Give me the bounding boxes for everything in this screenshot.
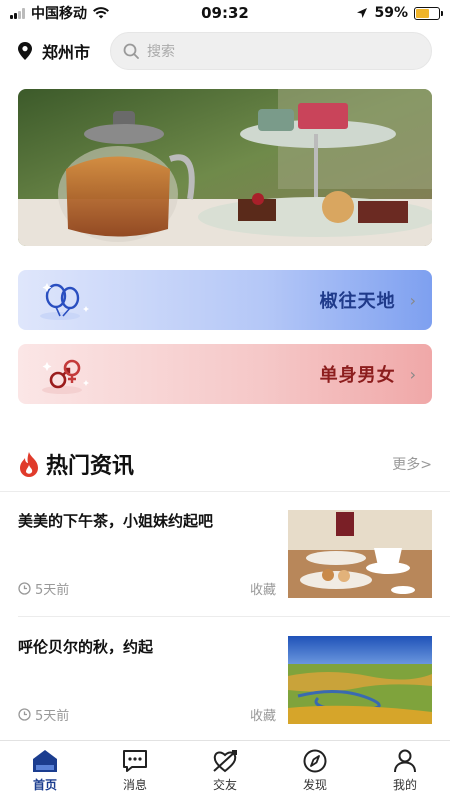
category-card-singles[interactable]: 单身男女 › <box>18 344 432 404</box>
banner-carousel[interactable] <box>18 89 432 246</box>
divider <box>18 616 450 617</box>
location-arrow-icon <box>357 8 368 18</box>
tab-discover[interactable]: 发现 <box>270 741 360 800</box>
tab-dating[interactable]: 交友 <box>180 741 270 800</box>
category-label: 单身男女 <box>319 365 396 386</box>
news-time: 5天前 <box>18 705 69 724</box>
message-icon <box>123 749 147 772</box>
section-title: 热门资讯 <box>46 454 135 479</box>
tab-home[interactable]: 首页 <box>0 741 90 800</box>
more-link[interactable]: 更多> <box>392 454 432 474</box>
city-selector[interactable]: 郑州市 <box>18 39 110 63</box>
news-title: 美美的下午茶，小姐妹约起吧 <box>18 512 214 530</box>
tab-bar: 首页 消息 交友 发现 我的 <box>0 740 450 800</box>
balloons-icon <box>40 283 89 320</box>
compass-icon <box>303 749 327 772</box>
hot-news-header: 热门资讯 更多> <box>18 447 432 481</box>
gender-icon <box>42 359 89 394</box>
news-title: 呼伦贝尔的秋，约起 <box>18 638 154 656</box>
favorite-button[interactable]: 收藏 <box>250 705 276 724</box>
city-label: 郑州市 <box>42 43 91 62</box>
news-time: 5天前 <box>18 579 69 598</box>
header: 郑州市 搜索 <box>0 30 450 72</box>
news-item[interactable]: 呼伦贝尔的秋，约起 5天前 收藏 <box>18 636 432 726</box>
tab-messages[interactable]: 消息 <box>90 741 180 800</box>
battery-level <box>416 8 429 18</box>
chevron-right-icon: › <box>409 290 416 310</box>
fire-icon <box>20 452 38 477</box>
signal-icon <box>10 7 25 19</box>
category-card-social[interactable]: 椒往天地 › <box>18 270 432 330</box>
carrier-label: 中国移动 <box>31 6 87 22</box>
status-bar: 中国移动 09:32 59% <box>0 0 450 26</box>
clock: 09:32 <box>201 4 249 22</box>
battery-icon <box>414 6 443 20</box>
location-pin-icon <box>18 42 32 60</box>
news-thumbnail <box>288 510 432 598</box>
banner-image <box>18 89 432 246</box>
search-input[interactable]: 搜索 <box>110 32 432 70</box>
wifi-icon <box>93 7 109 19</box>
search-icon <box>123 43 139 59</box>
dating-icon <box>213 749 237 772</box>
profile-icon <box>394 749 416 772</box>
battery-percent: 59% <box>374 5 408 21</box>
clock-icon <box>18 582 31 595</box>
favorite-button[interactable]: 收藏 <box>250 579 276 598</box>
news-thumbnail <box>288 636 432 724</box>
chevron-right-icon: › <box>409 364 416 384</box>
search-placeholder: 搜索 <box>147 44 175 60</box>
divider <box>0 491 450 492</box>
tab-profile[interactable]: 我的 <box>360 741 450 800</box>
clock-icon <box>18 708 31 721</box>
category-label: 椒往天地 <box>319 291 396 312</box>
news-item[interactable]: 美美的下午茶，小姐妹约起吧 5天前 收藏 <box>18 510 432 600</box>
home-icon <box>33 749 57 772</box>
